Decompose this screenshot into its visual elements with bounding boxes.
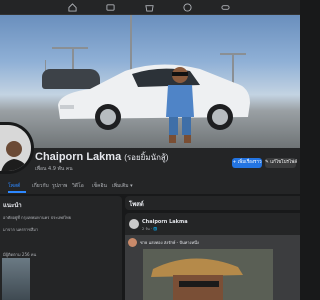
shared-author-avatar[interactable] xyxy=(128,238,137,247)
child-figure xyxy=(166,67,194,143)
intro-featured-photo[interactable] xyxy=(2,258,30,300)
intro-line-lives: อาศัยอยู่ที่ กรุงเทพมหานคร ประเทศไทย xyxy=(3,215,72,220)
marketplace-icon[interactable] xyxy=(145,3,154,12)
top-navigation-bar xyxy=(0,0,300,15)
edit-profile-button[interactable]: ✎ แก้ไขโปรไฟล์ xyxy=(265,158,297,168)
home-icon[interactable] xyxy=(68,3,77,12)
shared-author-name[interactable]: ชาย แสงทอง ส่งรักษ์ - ปั่นทางหนึ่ง xyxy=(140,239,199,246)
tab-posts[interactable]: โพสต์ xyxy=(8,182,20,190)
tab-checkins[interactable]: เช็คอิน xyxy=(92,182,107,190)
post-timestamp[interactable]: 2 วัน · 🌐 xyxy=(142,226,157,232)
intro-line-from: มาจาก นครราชสีมา xyxy=(3,227,39,232)
post-author-avatar[interactable] xyxy=(129,219,139,229)
post-shared-media[interactable]: ชาย แสงทอง ส่งรักษ์ - ปั่นทางหนึ่ง xyxy=(125,235,300,300)
tab-videos[interactable]: วิดีโอ xyxy=(72,182,84,190)
groups-icon[interactable] xyxy=(183,3,192,12)
friends-count[interactable]: เพื่อน 4.9 พัน คน xyxy=(35,165,73,173)
add-story-button[interactable]: + เพิ่มเรื่องราว xyxy=(232,158,262,168)
posts-header: โพสต์ xyxy=(125,196,300,210)
post-author-name[interactable]: Chaiporn Lakma xyxy=(142,219,188,225)
active-tab-indicator xyxy=(8,191,26,193)
gaming-icon[interactable] xyxy=(221,3,230,12)
profile-name-text: Chaiporn Lakma xyxy=(35,151,122,163)
tab-more[interactable]: เพิ่มเติม ▾ xyxy=(112,182,133,190)
profile-nickname: (รอยยิ้มนักสู้) xyxy=(124,153,169,162)
video-icon[interactable] xyxy=(106,3,115,12)
tab-about[interactable]: เกี่ยวกับ xyxy=(32,182,49,190)
cover-photo[interactable] xyxy=(0,15,300,148)
posts-title: โพสต์ xyxy=(129,201,144,208)
intro-line-followers[interactable]: มีผู้ติดตาม 256 คน xyxy=(3,251,36,258)
shared-photo xyxy=(143,249,273,300)
profile-tabs: โพสต์ เกี่ยวกับ รูปภาพ วิดีโอ เช็คอิน เพ… xyxy=(0,178,300,192)
car-image xyxy=(58,64,250,130)
intro-title: แนะนำ xyxy=(3,202,22,209)
profile-name: Chaiporn Lakma (รอยยิ้มนักสู้) xyxy=(35,151,168,164)
post-card: Chaiporn Lakma 2 วัน · 🌐 ชาย แสงทอง ส่งร… xyxy=(125,213,300,300)
tab-photos[interactable]: รูปภาพ xyxy=(52,182,67,190)
